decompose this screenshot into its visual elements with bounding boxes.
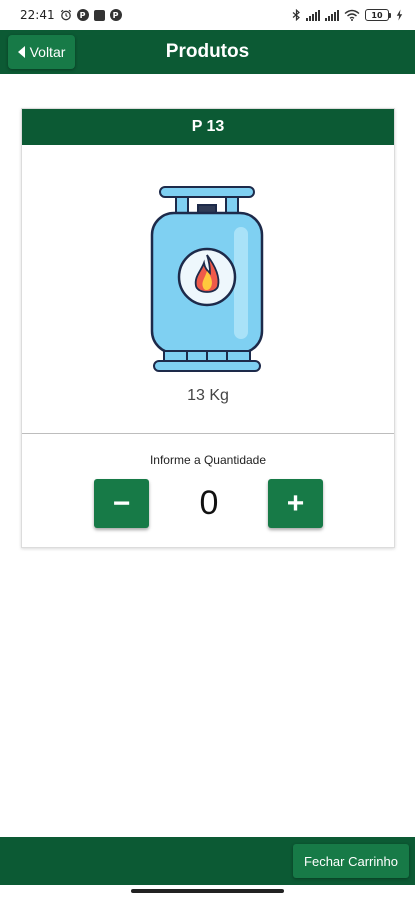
p-icon: P	[76, 9, 89, 21]
page-title: Produtos	[165, 41, 250, 62]
wifi-icon	[344, 9, 360, 21]
battery-level: 10	[365, 9, 389, 21]
status-right: 10	[292, 9, 403, 21]
app-root: 22:41 P P 10 Voltar Produtos P 13 13 Kg …	[0, 0, 415, 900]
quantity-label: Informe a Quantidade	[149, 453, 267, 467]
gesture-nav-handle[interactable]	[131, 889, 284, 893]
product-weight: 13 Kg	[187, 387, 229, 404]
product-name: P 13	[22, 109, 394, 145]
back-button[interactable]: Voltar	[8, 35, 75, 69]
back-button-label: Voltar	[29, 44, 66, 60]
p-icon: P	[109, 9, 122, 21]
signal-icon	[306, 9, 320, 21]
minus-icon: −	[112, 486, 131, 520]
square-icon	[93, 9, 105, 21]
back-arrow-icon	[17, 46, 25, 58]
card-divider	[22, 433, 394, 434]
charging-icon	[396, 9, 403, 21]
app-header: Voltar Produtos	[0, 30, 415, 74]
plus-icon: +	[286, 486, 305, 520]
product-card: P 13 13 Kg Informe a Quantidade − 0 +	[21, 108, 395, 548]
checkout-button[interactable]: Fechar Carrinho	[293, 844, 409, 878]
gas-cylinder-icon	[150, 186, 264, 372]
battery-tip	[389, 12, 391, 18]
signal-icon	[325, 9, 339, 21]
alarm-icon	[60, 9, 72, 21]
status-bar: 22:41 P P 10	[0, 0, 415, 30]
decrease-quantity-button[interactable]: −	[94, 479, 149, 528]
increase-quantity-button[interactable]: +	[268, 479, 323, 528]
bottom-bar: Fechar Carrinho	[0, 837, 415, 885]
battery-icon: 10	[365, 9, 391, 21]
bluetooth-icon	[292, 9, 301, 21]
status-left: 22:41 P P	[20, 8, 122, 22]
quantity-value: 0	[199, 484, 219, 522]
status-time: 22:41	[20, 8, 55, 22]
